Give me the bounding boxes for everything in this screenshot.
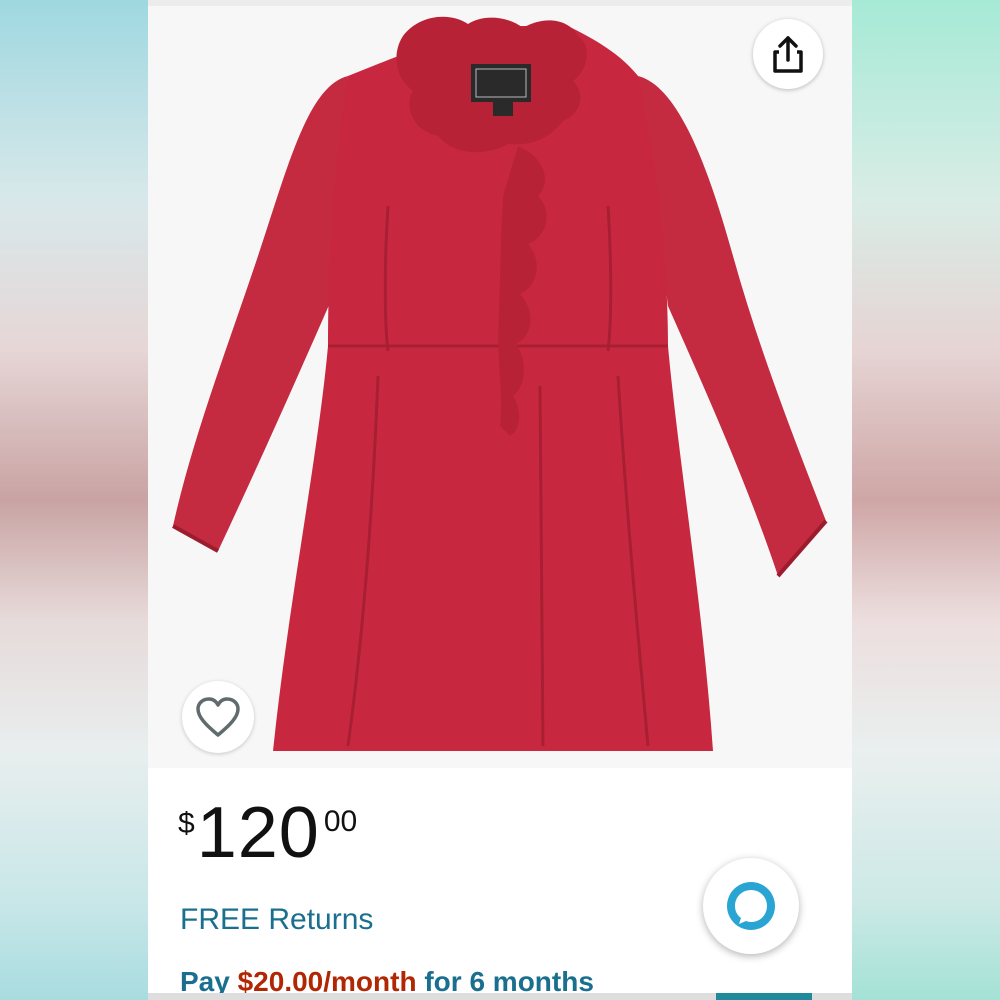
free-returns-link[interactable]: FREE Returns bbox=[180, 903, 373, 937]
price-fraction: 00 bbox=[323, 805, 358, 838]
top-edge bbox=[148, 0, 852, 6]
share-button[interactable] bbox=[753, 19, 823, 89]
product-panel: $ 120 00 FREE Returns Pay $20.00/month f… bbox=[148, 0, 852, 1000]
price: $ 120 00 bbox=[178, 793, 357, 873]
background-right bbox=[852, 0, 1000, 1000]
coat-image bbox=[172, 16, 828, 751]
price-symbol: $ bbox=[178, 807, 195, 840]
product-image[interactable] bbox=[148, 6, 852, 768]
bottom-accent bbox=[716, 993, 812, 1000]
alexa-icon bbox=[727, 882, 775, 930]
heart-outline-icon bbox=[196, 697, 240, 737]
share-icon bbox=[773, 36, 803, 73]
alexa-button[interactable] bbox=[703, 858, 799, 954]
price-whole: 120 bbox=[196, 793, 320, 873]
wishlist-button[interactable] bbox=[182, 681, 254, 753]
